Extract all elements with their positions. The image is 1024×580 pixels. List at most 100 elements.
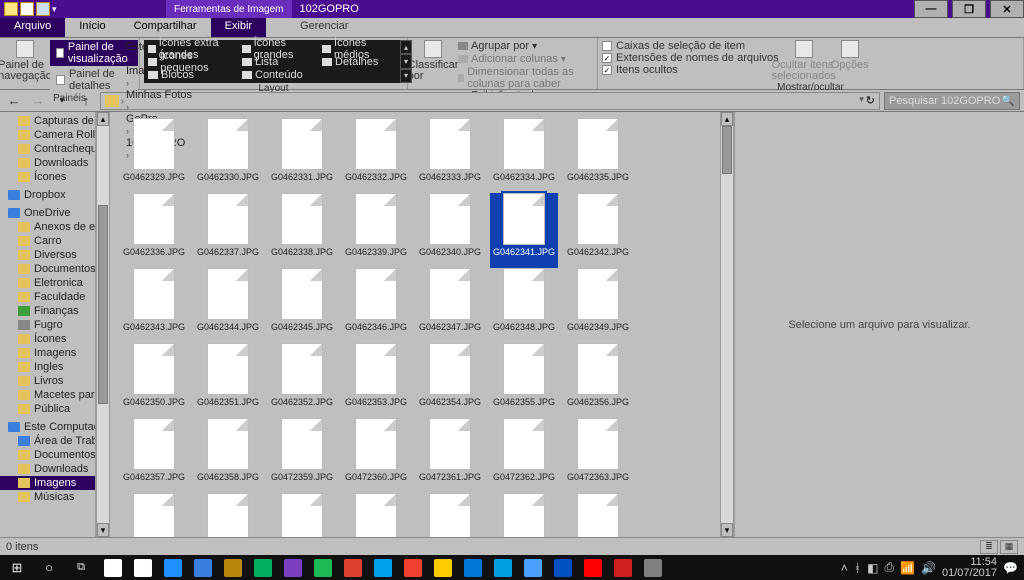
scroll-down-icon[interactable]: ▾ xyxy=(97,523,109,537)
tree-item[interactable]: Este Computador xyxy=(0,420,95,434)
tab-home[interactable]: Início xyxy=(65,18,119,37)
file-item[interactable]: G0472363.JPG xyxy=(564,418,632,493)
maximize-button[interactable]: ❐ xyxy=(952,0,986,18)
file-item[interactable]: G0472361.JPG xyxy=(416,418,484,493)
tree-item[interactable]: Macetes para S xyxy=(0,388,95,402)
tree-item[interactable]: Ícones xyxy=(0,170,95,184)
qat-button[interactable] xyxy=(36,2,50,16)
tree-item[interactable]: Camera Roll xyxy=(0,128,95,142)
taskbar-app[interactable] xyxy=(98,556,128,580)
tree-item[interactable]: Ícones xyxy=(0,332,95,346)
clock[interactable]: 11:54 01/07/2017 xyxy=(942,557,997,579)
file-item[interactable]: G0462339.JPG xyxy=(342,193,410,268)
hidden-items-toggle[interactable]: ✓Itens ocultos xyxy=(602,64,779,76)
tree-item[interactable]: Eletronica xyxy=(0,276,95,290)
chevron-right-icon[interactable]: › xyxy=(126,102,129,112)
tree-item[interactable]: Contracheque xyxy=(0,142,95,156)
file-item[interactable]: G0462343.JPG xyxy=(120,268,188,343)
tree-item[interactable]: Capturas de xyxy=(0,114,95,128)
file-item[interactable]: G0462337.JPG xyxy=(194,193,262,268)
file-item[interactable] xyxy=(416,493,484,537)
file-item[interactable]: G0462352.JPG xyxy=(268,343,336,418)
taskbar[interactable]: ⊞ ○ ⧉ ˄ ᚼ ◧ ⎙ 📶 🔊 11:54 01/07/2017 💬 xyxy=(0,555,1024,580)
file-grid[interactable]: G0462329.JPGG0462330.JPGG0462331.JPGG046… xyxy=(110,112,720,537)
taskbar-app[interactable] xyxy=(158,556,188,580)
task-view-button[interactable]: ⧉ xyxy=(66,556,96,580)
tab-manage[interactable]: Gerenciar xyxy=(286,18,362,37)
layout-option[interactable]: Lista xyxy=(242,55,318,68)
sort-by-button[interactable]: Classificar por xyxy=(412,40,454,82)
file-item[interactable] xyxy=(268,493,336,537)
tab-share[interactable]: Compartilhar xyxy=(120,18,211,37)
qat-dropdown-icon[interactable]: ▾ xyxy=(52,4,62,15)
tree-item[interactable]: Área de Trabalho xyxy=(0,434,95,448)
volume-icon[interactable]: 🔊 xyxy=(921,561,936,575)
system-tray[interactable]: ˄ ᚼ ◧ ⎙ 📶 🔊 11:54 01/07/2017 💬 xyxy=(841,557,1022,579)
tray-icon[interactable]: ⎙ xyxy=(884,560,894,575)
notifications-icon[interactable]: 💬 xyxy=(1003,561,1018,575)
file-item[interactable]: G0462358.JPG xyxy=(194,418,262,493)
tree-item[interactable]: Dropbox xyxy=(0,188,95,202)
file-item[interactable]: G0462335.JPG xyxy=(564,118,632,193)
file-item[interactable]: G0462341.JPG xyxy=(490,193,558,268)
network-icon[interactable]: 📶 xyxy=(900,561,915,575)
file-item[interactable] xyxy=(120,493,188,537)
tree-item[interactable]: Faculdade xyxy=(0,290,95,304)
tree-item[interactable]: Carro xyxy=(0,234,95,248)
breadcrumb-segment[interactable]: Minhas Fotos xyxy=(126,89,212,101)
minimize-button[interactable]: — xyxy=(914,0,948,18)
group-by-button[interactable]: Agrupar por ▾ xyxy=(458,40,593,52)
taskbar-app[interactable] xyxy=(608,556,638,580)
tree-item[interactable]: OneDrive xyxy=(0,206,95,220)
file-item[interactable]: G0462333.JPG xyxy=(416,118,484,193)
up-button[interactable]: ↑ xyxy=(76,92,96,110)
tree-item[interactable]: Anexos de email xyxy=(0,220,95,234)
file-item[interactable]: G0462342.JPG xyxy=(564,193,632,268)
preview-pane-button[interactable]: Painel de visualização xyxy=(50,40,138,66)
file-item[interactable]: G0462346.JPG xyxy=(342,268,410,343)
tab-file[interactable]: Arquivo xyxy=(0,18,65,37)
address-dropdown-icon[interactable]: ▾ xyxy=(859,94,864,107)
file-item[interactable]: G0472362.JPG xyxy=(490,418,558,493)
folder-icon[interactable] xyxy=(4,2,18,16)
file-item[interactable]: G0462348.JPG xyxy=(490,268,558,343)
file-item[interactable]: G0462349.JPG xyxy=(564,268,632,343)
tree-item[interactable]: Imagens xyxy=(0,346,95,360)
files-scrollbar[interactable]: ▴ ▾ xyxy=(720,112,734,537)
item-checkboxes-toggle[interactable]: Caixas de seleção de item xyxy=(602,40,779,52)
tray-chevron-icon[interactable]: ˄ xyxy=(841,561,848,575)
breadcrumb[interactable]: › Este Computador › Imagens › Minhas Fot… xyxy=(100,92,880,110)
scroll-down-icon[interactable]: ▾ xyxy=(721,523,733,537)
layout-option[interactable]: Conteúdo xyxy=(242,68,318,81)
navigation-pane-button[interactable]: Painel de navegação xyxy=(4,40,46,82)
file-item[interactable]: G0462350.JPG xyxy=(120,343,188,418)
refresh-button[interactable]: ↻ xyxy=(866,94,875,107)
file-item[interactable]: G0462345.JPG xyxy=(268,268,336,343)
tree-item[interactable]: Documentos xyxy=(0,448,95,462)
file-item[interactable]: G0462338.JPG xyxy=(268,193,336,268)
taskbar-app[interactable] xyxy=(578,556,608,580)
taskbar-app[interactable] xyxy=(308,556,338,580)
taskbar-app[interactable] xyxy=(518,556,548,580)
tree-item[interactable]: Músicas xyxy=(0,490,95,504)
taskbar-app[interactable] xyxy=(368,556,398,580)
taskbar-app[interactable] xyxy=(638,556,668,580)
file-item[interactable]: G0462355.JPG xyxy=(490,343,558,418)
chevron-right-icon[interactable]: › xyxy=(121,96,124,106)
file-item[interactable] xyxy=(342,493,410,537)
recent-locations-button[interactable]: ▾ xyxy=(52,92,72,110)
taskbar-app[interactable] xyxy=(338,556,368,580)
chevron-right-icon[interactable]: › xyxy=(126,54,129,64)
taskbar-app[interactable] xyxy=(218,556,248,580)
cortana-button[interactable]: ○ xyxy=(34,556,64,580)
tree-item[interactable]: Downloads xyxy=(0,462,95,476)
file-item[interactable] xyxy=(490,493,558,537)
tree-item[interactable]: Imagens xyxy=(0,476,95,490)
tree-scrollbar[interactable]: ▴ ▾ xyxy=(96,112,110,537)
file-item[interactable]: G0462353.JPG xyxy=(342,343,410,418)
navigation-tree[interactable]: Capturas deCamera RollContracheque Downlo… xyxy=(0,112,96,537)
scroll-thumb[interactable] xyxy=(98,205,108,404)
tree-item[interactable]: Diversos xyxy=(0,248,95,262)
file-item[interactable]: G0462354.JPG xyxy=(416,343,484,418)
tree-item[interactable]: Ingles xyxy=(0,360,95,374)
